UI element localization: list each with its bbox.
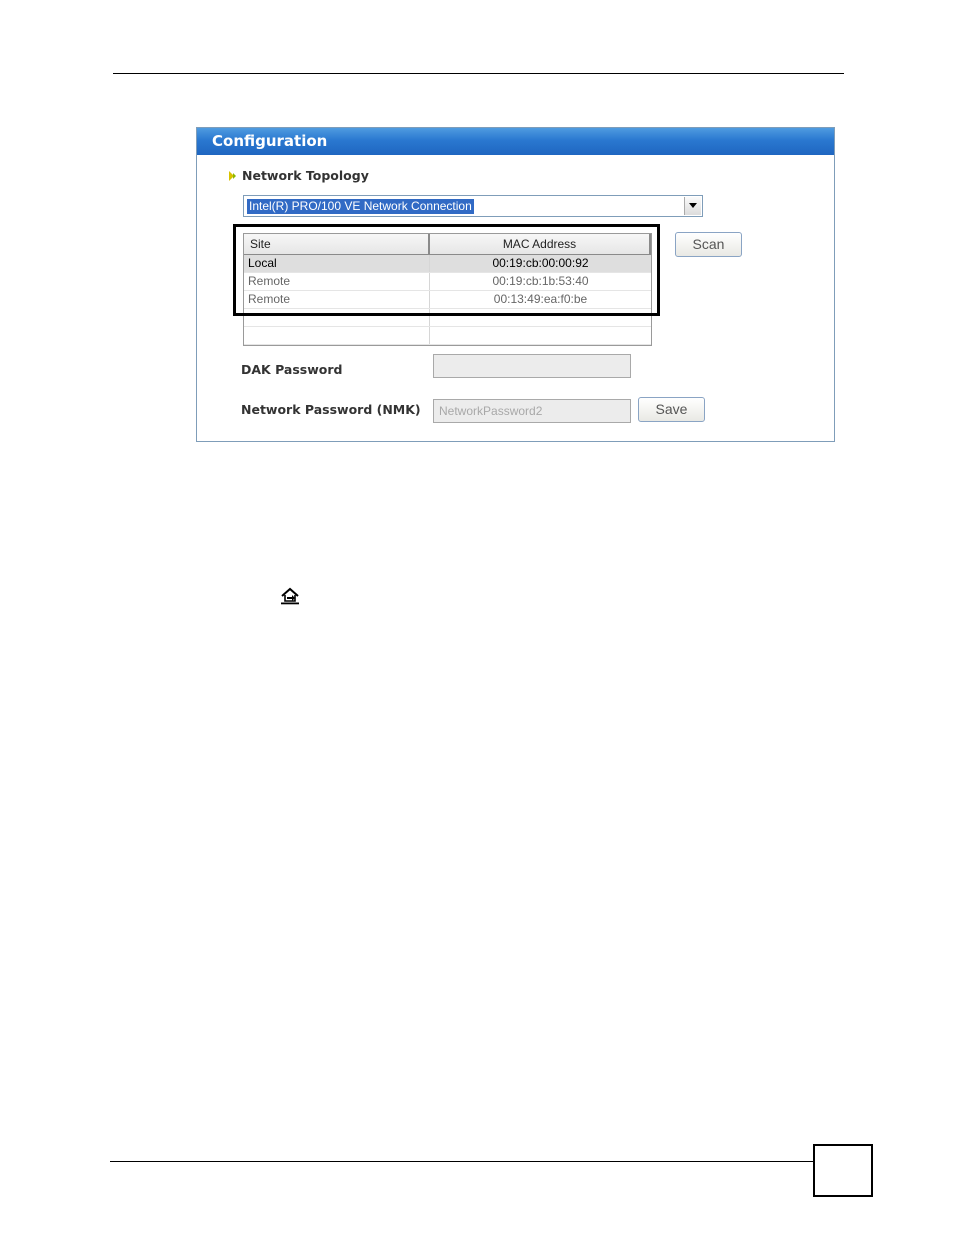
- cell-site: Remote: [244, 273, 430, 290]
- table-header: Site MAC Address: [244, 234, 651, 255]
- page-number-box: [813, 1144, 873, 1197]
- column-header-site[interactable]: Site: [244, 234, 430, 254]
- footer-rule: [110, 1161, 815, 1162]
- section-heading: Network Topology: [228, 168, 369, 183]
- table-row-empty: [244, 327, 651, 345]
- bullet-arrow-icon: [229, 170, 236, 181]
- home-icon: [281, 587, 299, 605]
- header-rule: [113, 73, 844, 74]
- cell-empty: [430, 309, 651, 326]
- station-table: Site MAC Address Local 00:19:cb:00:00:92…: [243, 233, 652, 346]
- scan-button[interactable]: Scan: [675, 232, 742, 257]
- cell-mac: 00:13:49:ea:f0:be: [493, 292, 588, 306]
- save-button[interactable]: Save: [638, 397, 705, 422]
- window-title: Configuration: [197, 128, 834, 155]
- cell-empty: [430, 327, 651, 344]
- cell-empty: [244, 309, 430, 326]
- adapter-select[interactable]: Intel(R) PRO/100 VE Network Connection: [243, 195, 703, 217]
- cell-site: Remote: [244, 291, 430, 308]
- table-row[interactable]: Remote 00:13:49:ea:f0:be: [244, 291, 651, 309]
- cell-mac: 00:19:cb:1b:53:40: [492, 274, 589, 288]
- cell-mac: 00:19:cb:00:00:92: [492, 256, 589, 270]
- adapter-select-value: Intel(R) PRO/100 VE Network Connection: [247, 199, 474, 214]
- table-row[interactable]: Remote 00:19:cb:1b:53:40: [244, 273, 651, 291]
- column-header-mac[interactable]: MAC Address: [430, 234, 651, 254]
- table-row[interactable]: Local 00:19:cb:00:00:92: [244, 255, 651, 273]
- section-label: Network Topology: [242, 168, 369, 183]
- dak-password-label: DAK Password: [241, 362, 343, 377]
- table-row-empty: [244, 309, 651, 327]
- adapter-select-button[interactable]: [684, 197, 701, 215]
- cell-site: Local: [244, 255, 430, 272]
- nmk-password-label: Network Password (NMK): [241, 402, 421, 417]
- dak-password-field[interactable]: [433, 354, 631, 378]
- cell-empty: [244, 327, 430, 344]
- nmk-password-field[interactable]: NetworkPassword2: [433, 399, 631, 423]
- chevron-down-icon: [689, 203, 697, 208]
- configuration-window: Configuration Network Topology Intel(R) …: [196, 127, 835, 442]
